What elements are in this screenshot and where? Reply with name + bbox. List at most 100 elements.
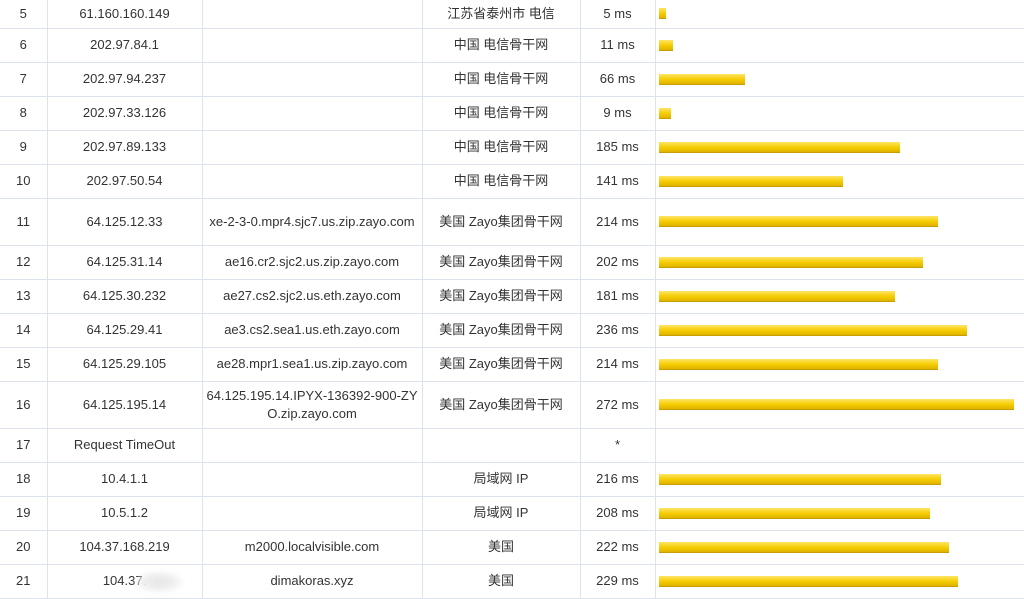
latency-bar [658,107,671,119]
location: 中国 电信骨干网 [422,96,581,131]
hop-number: 14 [0,313,48,348]
hop-number: 5 [0,0,48,29]
response-time: 216 ms [580,462,656,497]
hop-number: 18 [0,462,48,497]
hop-row: 19 10.5.1.2 局域网 IP 208 ms [0,496,1024,531]
traceroute-body: 5 61.160.160.149 江苏省泰州市 电信 5 ms 6 202.97.84.1… [0,0,1024,599]
hostname: ae27.cs2.sjc2.us.eth.zayo.com [202,279,423,314]
hop-number: 17 [0,428,48,463]
latency-bar [658,141,900,153]
location: 中国 电信骨干网 [422,28,581,63]
response-time: 214 ms [580,198,656,246]
ip-address: 64.125.31.14 [47,245,203,280]
location: 局域网 IP [422,496,581,531]
latency-bar [658,256,923,268]
latency-bar [658,358,938,370]
hostname [202,28,423,63]
hostname [202,96,423,131]
latency-bar [658,507,930,519]
latency-bar-cell [655,28,1024,63]
latency-bar-cell [655,462,1024,497]
response-time: 236 ms [580,313,656,348]
location: 美国 [422,564,581,599]
latency-bar-cell [655,62,1024,97]
ip-address: 202.97.89.133 [47,130,203,165]
traceroute-table: 5 61.160.160.149 江苏省泰州市 电信 5 ms 6 202.97.84.1… [0,0,1024,599]
response-time: 272 ms [580,381,656,429]
latency-bar-cell [655,0,1024,29]
latency-bar-cell [655,198,1024,246]
latency-bar-cell [655,428,1024,463]
response-time: 222 ms [580,530,656,565]
latency-bar-cell [655,313,1024,348]
hop-number: 11 [0,198,48,246]
latency-bar-cell [655,496,1024,531]
latency-bar-cell [655,347,1024,382]
ip-address: 64.125.29.41 [47,313,203,348]
hostname: ae28.mpr1.sea1.us.zip.zayo.com [202,347,423,382]
latency-bar-cell [655,279,1024,314]
latency-bar-cell [655,96,1024,131]
ip-address: 104.37.168.219 [47,530,203,565]
hop-number: 20 [0,530,48,565]
hop-row: 17 Request TimeOut * [0,428,1024,463]
latency-bar-cell [655,245,1024,280]
latency-bar-cell [655,130,1024,165]
latency-bar-cell [655,381,1024,429]
location: 中国 电信骨干网 [422,130,581,165]
hop-row: 12 64.125.31.14 ae16.cr2.sjc2.us.zip.zayo.… [0,245,1024,280]
location: 美国 Zayo集团骨干网 [422,347,581,382]
ip-address: 64.125.30.232 [47,279,203,314]
location: 美国 Zayo集团骨干网 [422,245,581,280]
hop-row: 11 64.125.12.33 xe-2-3-0.mpr4.sjc7.us.zip.… [0,198,1024,246]
hop-row: 9 202.97.89.133 中国 电信骨干网 185 ms [0,130,1024,165]
location: 江苏省泰州市 电信 [422,0,581,29]
hostname: m2000.localvisible.com [202,530,423,565]
ip-address: 202.97.50.54 [47,164,203,199]
hostname [202,428,423,463]
hop-row: 15 64.125.29.105 ae28.mpr1.sea1.us.zip.zay… [0,347,1024,382]
latency-bar-cell [655,564,1024,599]
response-time: 181 ms [580,279,656,314]
latency-bar [658,73,745,85]
location: 中国 电信骨干网 [422,164,581,199]
ip-address: 10.5.1.2 [47,496,203,531]
ip-address: 202.97.33.126 [47,96,203,131]
ip-address: 202.97.84.1 [47,28,203,63]
ip-address: 61.160.160.149 [47,0,203,29]
hop-row: 7 202.97.94.237 中国 电信骨干网 66 ms [0,62,1024,97]
hop-row: 13 64.125.30.232 ae27.cs2.sjc2.us.eth.zayo… [0,279,1024,314]
hostname [202,462,423,497]
latency-bar [658,324,967,336]
hop-number: 9 [0,130,48,165]
hop-row: 20 104.37.168.219 m2000.localvisible.com 美国… [0,530,1024,565]
hop-number: 16 [0,381,48,429]
location: 美国 Zayo集团骨干网 [422,198,581,246]
hop-row: 10 202.97.50.54 中国 电信骨干网 141 ms [0,164,1024,199]
response-time: 185 ms [580,130,656,165]
ip-address: 10.4.1.1 [47,462,203,497]
hostname: dimakoras.xyz [202,564,423,599]
response-time: 208 ms [580,496,656,531]
hop-number: 6 [0,28,48,63]
location: 中国 电信骨干网 [422,62,581,97]
latency-bar-cell [655,530,1024,565]
hop-number: 21 [0,564,48,599]
response-time: 9 ms [580,96,656,131]
hostname [202,130,423,165]
hostname [202,0,423,29]
latency-bar [658,8,666,20]
latency-bar [658,575,958,587]
ip-address: 64.125.29.105 [47,347,203,382]
response-time: 202 ms [580,245,656,280]
location: 局域网 IP [422,462,581,497]
response-time: 11 ms [580,28,656,63]
response-time: 66 ms [580,62,656,97]
hostname [202,62,423,97]
latency-bar [658,175,843,187]
latency-bar [658,39,673,51]
response-time: * [580,428,656,463]
latency-bar [658,290,895,302]
ip-address: Request TimeOut [47,428,203,463]
hop-row: 14 64.125.29.41 ae3.cs2.sea1.us.eth.zayo.c… [0,313,1024,348]
